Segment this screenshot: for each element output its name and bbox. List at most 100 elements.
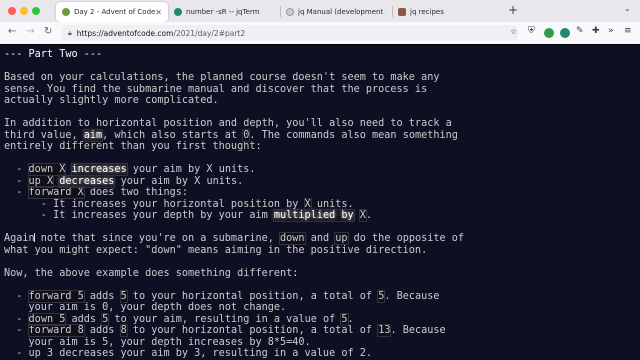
- minimize-window-button[interactable]: [20, 7, 28, 15]
- text-span: and: [304, 233, 336, 244]
- text-cursor: [34, 233, 38, 242]
- code-down: down: [279, 232, 306, 245]
- text-span: adds: [83, 290, 121, 302]
- bullet: -: [4, 187, 29, 198]
- pen-icon[interactable]: ✎: [576, 26, 584, 36]
- paragraph-line: Now, the above example does something di…: [4, 267, 299, 279]
- text-span: to your horizontal position, a total of: [126, 290, 379, 302]
- list-item: - forward X does two things:: [4, 186, 640, 199]
- paragraph-line: third value, aim, which also starts at 0…: [4, 128, 640, 142]
- back-arrow-icon[interactable]: ←: [8, 26, 16, 37]
- reload-icon[interactable]: ↻: [44, 26, 52, 37]
- text-span: does two things:: [83, 187, 189, 198]
- text-span: adds: [65, 313, 103, 325]
- text-span: your aim by X units.: [114, 175, 244, 187]
- emphasis: increases: [70, 163, 128, 176]
- text-span: [354, 210, 360, 221]
- paragraph-line: actually slightly more complicated.: [4, 95, 219, 106]
- text-span: units.: [310, 198, 354, 210]
- tab-jq-recipes[interactable]: jq recipes: [392, 2, 502, 22]
- text-span: .: [347, 313, 354, 325]
- paragraph-line: Again note that since you're on a submar…: [4, 232, 640, 245]
- list-item: - up X decreases your aim by X units.: [4, 174, 640, 188]
- list-item-continued: your aim is 5, your depth increases by 8…: [4, 336, 311, 348]
- shield-icon[interactable]: ⛨: [528, 26, 535, 36]
- text-span: third value,: [4, 129, 84, 141]
- menu-icon[interactable]: ≡: [624, 26, 632, 36]
- text-span: do the opposite of: [347, 233, 465, 244]
- favicon-icon: [62, 8, 70, 16]
- tab-strip: Day 2 - Advent of Code 2021 ✕ number -sR…: [0, 0, 640, 22]
- bullet: -: [4, 313, 29, 325]
- text-span: - It increases your horizontal position …: [4, 198, 305, 210]
- url-host: https://adventofcode.com: [76, 28, 174, 38]
- sub-list-item: - It increases your depth by your aim mu…: [4, 209, 640, 222]
- favicon-icon: [286, 8, 294, 16]
- puzzle-icon[interactable]: ✚: [592, 26, 600, 36]
- url-bar[interactable]: 🔒︎ https://adventofcode.com/2021/day/2#p…: [62, 25, 518, 41]
- list-item: - down X increases your aim by X units.: [4, 163, 640, 176]
- lock-icon: 🔒︎: [68, 28, 72, 37]
- sub-list-item: - It increases your horizontal position …: [4, 197, 640, 211]
- list-item: - down 5 adds 5 to your aim, resulting i…: [4, 312, 640, 326]
- text-span: to your horizontal position, a total of: [126, 325, 379, 336]
- extension-green-icon[interactable]: [544, 28, 554, 38]
- tab-label: number -sR -- jqTerm: [186, 8, 260, 16]
- browser-chrome: Day 2 - Advent of Code 2021 ✕ number -sR…: [0, 0, 640, 44]
- tab-jqterm[interactable]: number -sR -- jqTerm: [168, 2, 280, 22]
- text-span: , which also starts at: [102, 129, 244, 141]
- paragraph-line: sense. You find the submarine manual and…: [4, 83, 428, 95]
- paragraph-line: Based on your calculations, the planned …: [4, 72, 440, 83]
- bookmark-star-icon[interactable]: ☆: [510, 27, 517, 36]
- overflow-chevrons-icon[interactable]: »: [608, 26, 614, 36]
- navigation-toolbar: ← → ↻ 🔒︎ https://adventofcode.com/2021/d…: [0, 22, 640, 44]
- bullet: -: [4, 164, 29, 175]
- code-command: forward 5: [27, 289, 85, 303]
- bullet: -: [4, 175, 29, 187]
- paragraph-line: In addition to horizontal position and d…: [4, 118, 452, 129]
- text-span: Again note that since you're on a submar…: [4, 233, 281, 244]
- tab-label: jq recipes: [410, 8, 444, 16]
- text-span: .: [365, 210, 373, 221]
- chevron-down-icon[interactable]: ⌄: [624, 4, 631, 13]
- code-aim: aim: [82, 128, 104, 142]
- text-span: your aim by X units.: [126, 164, 256, 175]
- paragraph-line: what you might expect: "down" means aimi…: [4, 244, 428, 256]
- forward-arrow-icon[interactable]: →: [26, 26, 34, 37]
- part-two-heading: --- Part Two ---: [4, 49, 103, 60]
- close-window-button[interactable]: [8, 7, 16, 15]
- new-tab-icon[interactable]: +: [508, 3, 518, 17]
- text-span: - It increases your depth by your aim: [4, 210, 274, 221]
- favicon-icon: [398, 8, 406, 16]
- list-item: - forward 8 adds 8 to your horizontal po…: [4, 324, 640, 337]
- tab-label: jq Manual (development version): [298, 8, 386, 16]
- emphasis: decreases: [58, 174, 116, 188]
- emphasis: multiplied by: [272, 209, 355, 222]
- close-tab-icon[interactable]: ✕: [155, 8, 162, 17]
- tab-advent-of-code[interactable]: Day 2 - Advent of Code 2021 ✕: [56, 2, 168, 22]
- list-item: - forward 5 adds 5 to your horizontal po…: [4, 289, 640, 303]
- text-span: adds: [83, 325, 121, 336]
- code-up: up: [334, 232, 349, 245]
- text-span: to your aim, resulting in a value of: [108, 313, 342, 325]
- code-command: forward X: [27, 186, 85, 199]
- tab-label: Day 2 - Advent of Code 2021: [74, 8, 156, 16]
- puzzle-page: --- Part Two --- Based on your calculati…: [0, 45, 640, 360]
- paragraph-line: entirely different than you first though…: [4, 141, 262, 152]
- list-item-continued: your aim is 0, your depth does not chang…: [4, 302, 287, 313]
- code-command: down X: [27, 163, 67, 176]
- zoom-window-button[interactable]: [32, 7, 40, 15]
- text-span: . Because: [384, 290, 440, 302]
- text-span: [65, 164, 71, 175]
- text-span: . The commands also mean something: [249, 129, 458, 141]
- list-item: - up 3 decreases your aim by 3, resultin…: [4, 348, 373, 359]
- extension-teal-icon[interactable]: [560, 28, 570, 38]
- code-value: 13: [377, 324, 392, 337]
- tab-jq-manual[interactable]: jq Manual (development version): [280, 2, 392, 22]
- code-command: down 5: [27, 312, 67, 326]
- favicon-icon: [174, 8, 182, 16]
- url-path: /2021/day/2#part2: [173, 28, 246, 38]
- code-command: up X: [27, 174, 55, 188]
- bullet: -: [4, 290, 29, 302]
- code-command: forward 8: [27, 324, 85, 337]
